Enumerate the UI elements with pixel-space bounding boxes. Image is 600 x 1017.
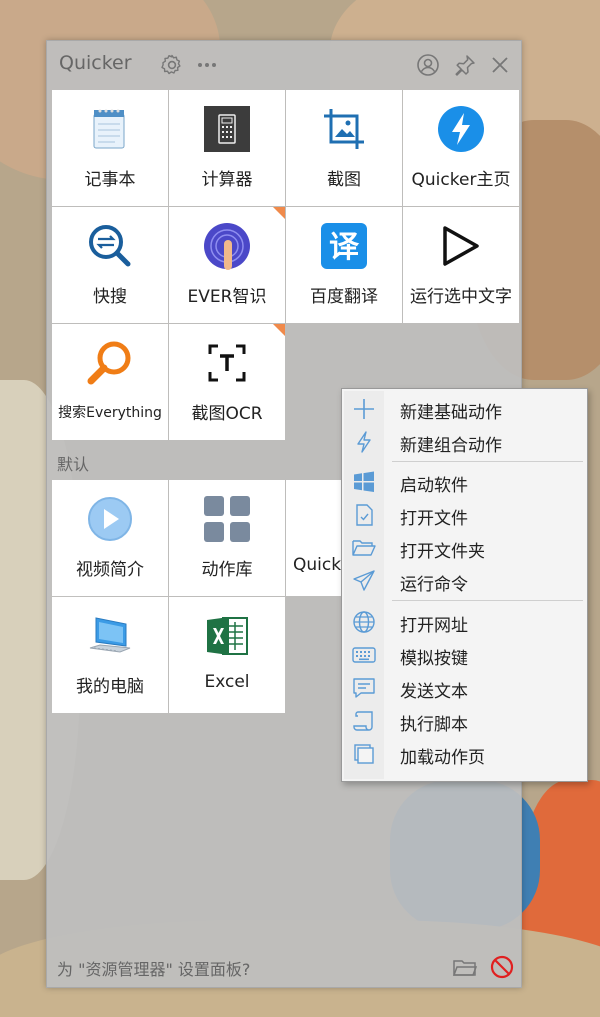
menu-item-label: 发送文本 [400,682,468,702]
ocr-icon [169,338,285,388]
folder-icon[interactable] [452,954,478,980]
everything-search-icon [52,338,168,388]
menu-item-run-command[interactable]: 运行命令 [344,565,585,596]
excel-icon [169,611,285,661]
action-tile-screenshot-ocr[interactable]: 截图OCR [169,324,285,440]
lightning-outline-icon [352,430,376,454]
menu-item-new-composite-action[interactable]: 新建组合动作 [344,426,585,457]
action-tile-run-selected-text[interactable]: 运行选中文字 [403,207,519,323]
context-menu: 新建基础动作 新建组合动作 启动软件 打开文件 打开文件夹 运行命令 打开网址 … [341,388,588,782]
more-options-icon[interactable] [195,53,219,77]
action-tile-label: 百度翻译 [310,287,378,307]
app-title: Quicker [59,52,132,74]
action-tile-label: Quicker主页 [411,170,511,190]
menu-item-label: 执行脚本 [400,715,468,735]
ever-icon [169,221,285,271]
paper-plane-icon [352,569,376,593]
action-tile-calculator[interactable]: 计算器 [169,90,285,206]
action-tile-action-library[interactable]: 动作库 [169,480,285,596]
menu-item-label: 新建基础动作 [400,403,502,423]
menu-item-label: 新建组合动作 [400,436,502,456]
pin-icon[interactable] [453,53,477,77]
screenshot-icon [286,104,402,154]
setup-panel-prompt[interactable]: 为 "资源管理器" 设置面板? [57,956,250,980]
menu-item-run-script[interactable]: 执行脚本 [344,705,585,736]
computer-icon [52,611,168,661]
action-tile-screenshot[interactable]: 截图 [286,90,402,206]
video-play-icon [52,494,168,544]
action-tile-label: 计算器 [201,170,253,190]
action-tile-label: 我的电脑 [76,677,144,697]
menu-separator [392,461,583,462]
action-tile-label: 记事本 [84,170,136,190]
action-tile-label: 动作库 [201,560,253,580]
svg-text:译: 译 [329,230,360,265]
gear-icon[interactable] [160,53,184,77]
folder-open-icon [352,536,376,560]
action-tile-quick-search[interactable]: 快搜 [52,207,168,323]
action-tile-excel[interactable]: Excel [169,597,285,713]
plus-icon [352,397,376,421]
calculator-icon [169,104,285,154]
menu-item-label: 运行命令 [400,575,468,595]
menu-item-open-folder[interactable]: 打开文件夹 [344,532,585,563]
menu-item-open-file[interactable]: 打开文件 [344,499,585,530]
action-tile-quicker-home[interactable]: Quicker主页 [403,90,519,206]
menu-item-label: 加载动作页 [400,748,485,768]
menu-item-open-url[interactable]: 打开网址 [344,606,585,637]
pages-icon [352,742,376,766]
menu-item-label: 打开文件夹 [400,542,485,562]
menu-item-load-action-page[interactable]: 加载动作页 [344,738,585,769]
action-tile-baidu-translate[interactable]: 译 百度翻译 [286,207,402,323]
menu-item-simulate-keys[interactable]: 模拟按键 [344,639,585,670]
action-tile-video-intro[interactable]: 视频简介 [52,480,168,596]
menu-item-label: 启动软件 [400,476,468,496]
menu-item-send-text[interactable]: 发送文本 [344,672,585,703]
action-tile-label: 搜索Everything [58,405,162,421]
section-label-default: 默认 [57,455,90,474]
badge-corner [273,207,285,219]
quick-search-icon [52,221,168,271]
keyboard-icon [352,643,376,667]
menu-item-launch-software[interactable]: 启动软件 [344,466,585,497]
action-tile-my-computer[interactable]: 我的电脑 [52,597,168,713]
close-icon[interactable] [488,53,512,77]
title-bar[interactable]: Quicker [47,41,521,89]
action-tile-label: 截图 [327,170,361,190]
action-tile-everything-search[interactable]: 搜索Everything [52,324,168,440]
windows-icon [352,470,376,494]
action-tile-label: Excel [204,672,250,692]
action-library-icon [169,494,285,544]
action-tile-label: 视频简介 [76,560,144,580]
menu-item-label: 打开网址 [400,616,468,636]
action-tile-notepad[interactable]: 记事本 [52,90,168,206]
chat-icon [352,676,376,700]
action-tile-label: 快搜 [93,287,127,307]
user-account-icon[interactable] [416,53,440,77]
menu-separator [392,600,583,601]
action-tile-label: 截图OCR [191,404,263,424]
file-check-icon [352,503,376,527]
script-icon [352,709,376,733]
menu-item-new-basic-action[interactable]: 新建基础动作 [344,393,585,424]
menu-item-label: 模拟按键 [400,649,468,669]
lightning-icon [403,104,519,154]
notepad-icon [52,104,168,154]
badge-corner [273,324,285,336]
play-icon [403,221,519,271]
action-tile-ever[interactable]: EVER智识 [169,207,285,323]
menu-item-label: 打开文件 [400,509,468,529]
translate-icon: 译 [286,221,402,271]
action-tile-label: 运行选中文字 [410,287,512,307]
globe-icon [352,610,376,634]
disable-icon[interactable] [489,954,515,980]
action-tile-label: EVER智识 [187,287,267,307]
